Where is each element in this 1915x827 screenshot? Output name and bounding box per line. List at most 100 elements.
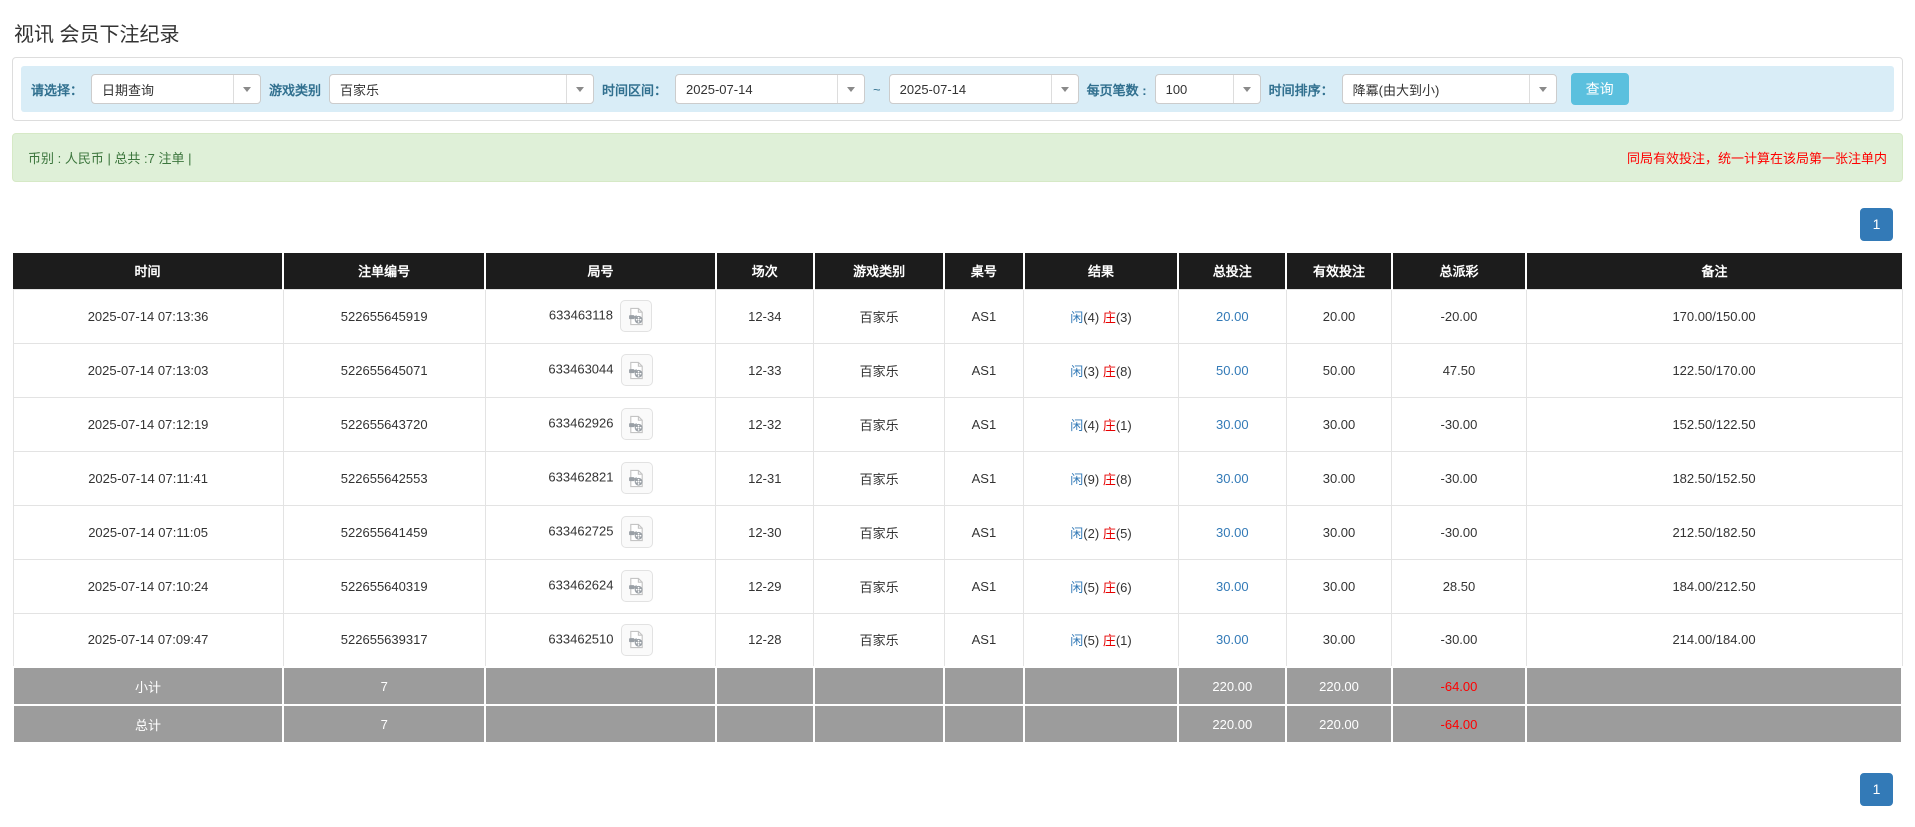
total-total-bet: 220.00 xyxy=(1177,704,1288,744)
time-range-label: 时间区间： xyxy=(602,82,668,98)
session: 12-34 xyxy=(715,288,815,344)
result-banker-label: 庄 xyxy=(1102,579,1116,595)
round-cell: 633462725 xyxy=(484,504,717,560)
video-replay-button[interactable] xyxy=(620,354,653,386)
table-number: AS1 xyxy=(943,504,1025,560)
table-number: AS1 xyxy=(943,612,1025,668)
table-row: 2025-07-14 07:13:36 522655645919 6334631… xyxy=(12,288,1903,344)
search-button[interactable]: 查询 xyxy=(1570,73,1629,105)
bet-time: 2025-07-14 07:12:19 xyxy=(12,396,284,452)
bet-id: 522655643720 xyxy=(282,396,486,452)
subtotal-payout: -64.00 xyxy=(1390,666,1528,706)
chevron-down-icon[interactable] xyxy=(1232,75,1260,103)
session: 12-33 xyxy=(715,342,815,398)
subtotal-label: 小计 xyxy=(11,666,285,706)
total-payout: -64.00 xyxy=(1390,704,1528,744)
result-cell: 闲(4) 庄(3) xyxy=(1023,288,1179,344)
time-sort-select[interactable]: 降冪(由大到小) xyxy=(1341,74,1557,104)
chevron-down-icon[interactable] xyxy=(837,75,865,103)
query-type-select[interactable]: 日期查询 xyxy=(91,74,262,104)
subtotal-empty-cell xyxy=(714,666,815,706)
session: 12-31 xyxy=(715,450,815,506)
total-bet-cell: 30.00 xyxy=(1177,450,1287,506)
total-empty-cell xyxy=(812,704,946,744)
bet-time: 2025-07-14 07:09:47 xyxy=(12,612,284,668)
chevron-down-icon[interactable] xyxy=(566,75,594,103)
round-id: 633462926 xyxy=(548,415,614,431)
chevron-down-icon[interactable] xyxy=(1050,75,1078,103)
result-player-label: 闲 xyxy=(1070,633,1084,649)
table-row: 2025-07-14 07:09:47 522655639317 6334625… xyxy=(12,612,1903,668)
total-valid-bet: 220.00 xyxy=(1285,704,1393,744)
result-player-label: 闲 xyxy=(1070,309,1084,325)
per-page-select[interactable]: 100 xyxy=(1154,74,1261,104)
result-player-label: 闲 xyxy=(1070,363,1084,379)
result-player-count: (5) xyxy=(1083,579,1100,595)
round-cell: 633462624 xyxy=(484,558,717,614)
game-type-select[interactable]: 百家乐 xyxy=(329,74,595,104)
game-type: 百家乐 xyxy=(813,558,945,614)
remark: 170.00/150.00 xyxy=(1525,288,1903,344)
round-id: 633462725 xyxy=(548,523,614,539)
game-type: 百家乐 xyxy=(813,396,945,452)
table-row: 2025-07-14 07:11:05 522655641459 6334627… xyxy=(12,504,1903,560)
filter-bar: 请选择： 日期查询 游戏类别 百家乐 时间区间： 2025-07-14 ~ 20… xyxy=(21,66,1894,112)
bet-id: 522655640319 xyxy=(282,558,486,614)
total-bet-link[interactable]: 30.00 xyxy=(1216,471,1249,486)
total-bet-link[interactable]: 30.00 xyxy=(1216,525,1249,540)
bet-records-table: 时间 注单编号 局号 场次 游戏类别 桌号 结果 总投注 有效投注 总派彩 备注… xyxy=(11,253,1903,744)
total-bet-link[interactable]: 30.00 xyxy=(1216,417,1249,432)
date-to-select[interactable]: 2025-07-14 xyxy=(888,74,1079,104)
header-payout: 总派彩 xyxy=(1390,253,1527,289)
video-replay-button[interactable] xyxy=(620,300,653,332)
chevron-down-icon[interactable] xyxy=(233,75,261,103)
total-bet-link[interactable]: 30.00 xyxy=(1216,579,1249,594)
result-banker-label: 庄 xyxy=(1102,525,1116,541)
game-type-value: 百家乐 xyxy=(340,82,380,98)
game-type: 百家乐 xyxy=(813,342,945,398)
time-sort-value: 降冪(由大到小) xyxy=(1352,82,1440,98)
bet-id: 522655645071 xyxy=(282,342,486,398)
header-time: 时间 xyxy=(13,253,284,289)
total-bet-link[interactable]: 20.00 xyxy=(1216,309,1249,324)
header-valid-bet: 有效投注 xyxy=(1285,253,1392,289)
bet-id: 522655641459 xyxy=(282,504,486,560)
video-replay-button[interactable] xyxy=(620,408,653,440)
chevron-down-icon[interactable] xyxy=(1528,75,1556,103)
result-banker-label: 庄 xyxy=(1102,633,1116,649)
table-row: 2025-07-14 07:11:41 522655642553 6334628… xyxy=(12,450,1903,506)
header-remark: 备注 xyxy=(1525,253,1902,289)
round-id: 633462510 xyxy=(548,631,614,647)
table-row: 2025-07-14 07:10:24 522655640319 6334626… xyxy=(12,558,1903,614)
video-replay-icon xyxy=(628,307,643,325)
total-label: 总计 xyxy=(11,704,285,744)
bet-id: 522655639317 xyxy=(282,612,486,668)
payout: 28.50 xyxy=(1391,558,1527,614)
remark: 184.00/212.50 xyxy=(1525,558,1903,614)
video-replay-button[interactable] xyxy=(620,623,653,656)
session: 12-32 xyxy=(715,396,815,452)
page-1-button[interactable]: 1 xyxy=(1860,208,1893,241)
round-id: 633463118 xyxy=(548,307,614,323)
video-replay-icon xyxy=(629,523,643,541)
per-page-label: 每页笔数 : xyxy=(1086,82,1147,98)
video-replay-button[interactable] xyxy=(620,516,653,548)
total-bet-link[interactable]: 30.00 xyxy=(1216,632,1249,647)
subtotal-empty-cell xyxy=(1525,666,1903,706)
bet-id: 522655645919 xyxy=(282,288,486,344)
valid-bet: 30.00 xyxy=(1285,612,1393,668)
video-replay-button[interactable] xyxy=(620,462,653,494)
total-bet-link[interactable]: 50.00 xyxy=(1216,363,1249,378)
video-replay-button[interactable] xyxy=(620,570,653,602)
table-number: AS1 xyxy=(943,396,1025,452)
round-cell: 633462510 xyxy=(484,612,717,668)
date-from-select[interactable]: 2025-07-14 xyxy=(675,74,866,104)
bet-time: 2025-07-14 07:13:03 xyxy=(12,342,284,398)
header-total-bet: 总投注 xyxy=(1177,253,1287,289)
total-row: 总计 7 220.00 220.00 -64.00 xyxy=(11,704,1903,744)
session: 12-29 xyxy=(715,558,815,614)
header-round-id: 局号 xyxy=(484,253,716,289)
page-1-button[interactable]: 1 xyxy=(1860,773,1893,806)
round-cell: 633462821 xyxy=(484,450,717,506)
result-banker-count: (1) xyxy=(1115,633,1132,649)
